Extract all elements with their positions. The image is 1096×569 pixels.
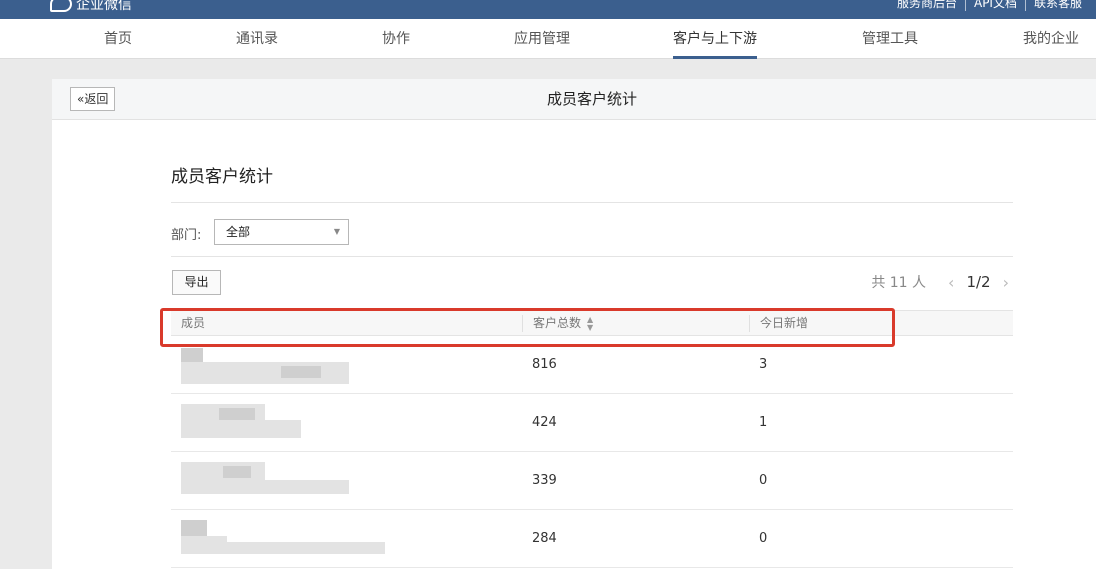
back-button[interactable]: «返回 <box>70 87 116 111</box>
total-count: 共 11 人 <box>871 275 927 291</box>
chat-bubble-icon <box>50 0 72 12</box>
page-indicator: 1/2 <box>966 273 991 291</box>
logo[interactable]: 企业微信 <box>50 0 132 14</box>
nav-management-tools[interactable]: 管理工具 <box>862 19 918 59</box>
new-today: 0 <box>759 473 768 488</box>
customer-total: 284 <box>532 531 557 546</box>
nav-collaboration[interactable]: 协作 <box>382 19 410 59</box>
highlight-annotation-box <box>160 308 895 347</box>
nav-customers[interactable]: 客户与上下游 <box>673 19 757 59</box>
next-page-icon[interactable]: › <box>999 273 1013 292</box>
customer-total: 424 <box>532 415 557 430</box>
pagination: 共 11 人 ‹ 1/2 › <box>871 272 1013 292</box>
main-nav: 首页 通讯录 协作 应用管理 客户与上下游 管理工具 我的企业 <box>0 19 1096 59</box>
dropdown-arrow-icon: ▼ <box>333 227 340 236</box>
divider <box>171 256 1013 257</box>
new-today: 0 <box>759 531 768 546</box>
nav-app-management[interactable]: 应用管理 <box>514 19 570 59</box>
customer-total: 339 <box>532 473 557 488</box>
link-contact-support[interactable]: 联系客服 <box>1024 0 1090 11</box>
logo-text: 企业微信 <box>76 0 132 13</box>
table-row[interactable]: 339 0 <box>171 452 1013 510</box>
nav-my-enterprise[interactable]: 我的企业 <box>1023 19 1079 59</box>
divider <box>171 202 1013 203</box>
department-select[interactable]: 全部 ▼ <box>214 219 349 245</box>
table-row[interactable]: 284 0 <box>171 510 1013 568</box>
link-api-docs[interactable]: API文档 <box>964 0 1025 11</box>
department-label: 部门: <box>171 228 202 243</box>
department-select-value: 全部 <box>226 225 251 239</box>
table-row[interactable]: 424 1 <box>171 394 1013 452</box>
nav-contacts[interactable]: 通讯录 <box>236 19 278 59</box>
header-links: 服务商后台 API文档 联系客服 <box>889 0 1090 11</box>
panel-title: 成员客户统计 <box>546 90 637 108</box>
link-provider-console[interactable]: 服务商后台 <box>889 0 965 11</box>
prev-page-icon[interactable]: ‹ <box>944 273 958 292</box>
nav-home[interactable]: 首页 <box>104 19 132 59</box>
section-title: 成员客户统计 <box>171 167 273 187</box>
panel-header: 成员客户统计 «返回 <box>52 79 1096 120</box>
top-bar: 企业微信 服务商后台 API文档 联系客服 <box>0 0 1096 19</box>
export-button[interactable]: 导出 <box>172 270 221 295</box>
new-today: 1 <box>759 415 768 430</box>
